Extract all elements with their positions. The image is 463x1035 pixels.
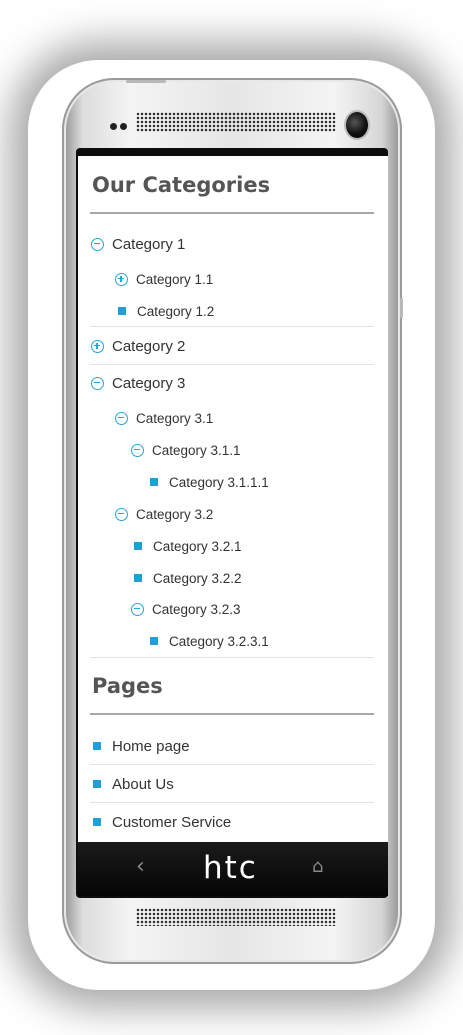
- category-label[interactable]: Category 3.2.3: [152, 602, 241, 617]
- square-bullet-icon: [93, 780, 101, 788]
- category-label[interactable]: Category 3.1.1.1: [169, 475, 269, 490]
- minus-circle-icon[interactable]: [91, 237, 104, 251]
- category-label[interactable]: Category 3.1.1: [152, 443, 241, 458]
- divider: [90, 364, 374, 365]
- divider: [90, 657, 374, 658]
- square-bullet-icon: [134, 542, 142, 550]
- square-bullet-icon: [150, 478, 158, 486]
- category-item[interactable]: Category 3.2.3: [131, 598, 241, 620]
- category-item[interactable]: Category 3.1: [115, 407, 213, 429]
- category-item[interactable]: Category 3.2.3.1: [150, 630, 269, 652]
- category-item[interactable]: Category 2: [91, 335, 185, 357]
- page-link-item[interactable]: About Us: [93, 773, 174, 795]
- minus-circle-icon[interactable]: [115, 507, 128, 521]
- brand-logo: htc: [203, 850, 258, 886]
- category-item[interactable]: Category 3.2: [115, 503, 213, 525]
- pages-title: Pages: [92, 674, 163, 698]
- category-label[interactable]: Category 1: [112, 236, 185, 253]
- category-item[interactable]: Category 1.2: [118, 300, 214, 322]
- square-bullet-icon: [150, 637, 158, 645]
- square-bullet-icon: [118, 307, 126, 315]
- plus-circle-icon[interactable]: [91, 339, 104, 353]
- phone-screen[interactable]: Our Categories Category 1 Category 1.1 C…: [78, 156, 388, 842]
- category-label[interactable]: Category 3.1: [136, 411, 213, 426]
- minus-circle-icon[interactable]: [115, 411, 128, 425]
- phone-nav-bar: ‹ htc ⌂: [78, 842, 388, 896]
- pages-title-divider: [90, 713, 374, 715]
- category-label[interactable]: Category 1.2: [137, 304, 214, 319]
- page-link-label[interactable]: Home page: [112, 738, 190, 755]
- categories-title-divider: [90, 212, 374, 214]
- bottom-speaker: [136, 908, 336, 926]
- earpiece-speaker: [136, 112, 336, 132]
- power-button: [126, 80, 166, 83]
- category-label[interactable]: Category 3.2.1: [153, 539, 242, 554]
- minus-circle-icon[interactable]: [131, 602, 144, 616]
- divider: [90, 802, 374, 803]
- page-link-label[interactable]: Customer Service: [112, 814, 231, 831]
- category-item[interactable]: Category 3.1.1: [131, 439, 241, 461]
- volume-button: [400, 298, 403, 318]
- minus-circle-icon[interactable]: [91, 376, 104, 390]
- category-item[interactable]: Category 3.1.1.1: [150, 471, 269, 493]
- home-icon[interactable]: ⌂: [312, 856, 323, 877]
- plus-circle-icon[interactable]: [115, 272, 128, 286]
- divider: [90, 764, 374, 765]
- category-item[interactable]: Category 1: [91, 233, 185, 255]
- categories-title: Our Categories: [92, 173, 271, 197]
- square-bullet-icon: [93, 742, 101, 750]
- front-camera: [346, 112, 368, 138]
- category-label[interactable]: Category 3.2.3.1: [169, 634, 269, 649]
- category-label[interactable]: Category 2: [112, 338, 185, 355]
- category-item[interactable]: Category 3.2.1: [134, 535, 242, 557]
- category-label[interactable]: Category 3.2.2: [153, 571, 242, 586]
- light-sensor: [120, 123, 127, 130]
- square-bullet-icon: [134, 574, 142, 582]
- proximity-sensor: [110, 123, 117, 130]
- category-item[interactable]: Category 3.2.2: [134, 567, 242, 589]
- page-link-label[interactable]: About Us: [112, 776, 174, 793]
- category-label[interactable]: Category 3: [112, 375, 185, 392]
- page-link-item[interactable]: Customer Service: [93, 811, 231, 833]
- category-label[interactable]: Category 3.2: [136, 507, 213, 522]
- category-label[interactable]: Category 1.1: [136, 272, 213, 287]
- back-icon[interactable]: ‹: [136, 854, 145, 879]
- square-bullet-icon: [93, 818, 101, 826]
- category-item[interactable]: Category 1.1: [115, 268, 213, 290]
- divider: [90, 326, 374, 327]
- category-item[interactable]: Category 3: [91, 372, 185, 394]
- minus-circle-icon[interactable]: [131, 443, 144, 457]
- page-link-item[interactable]: Home page: [93, 735, 190, 757]
